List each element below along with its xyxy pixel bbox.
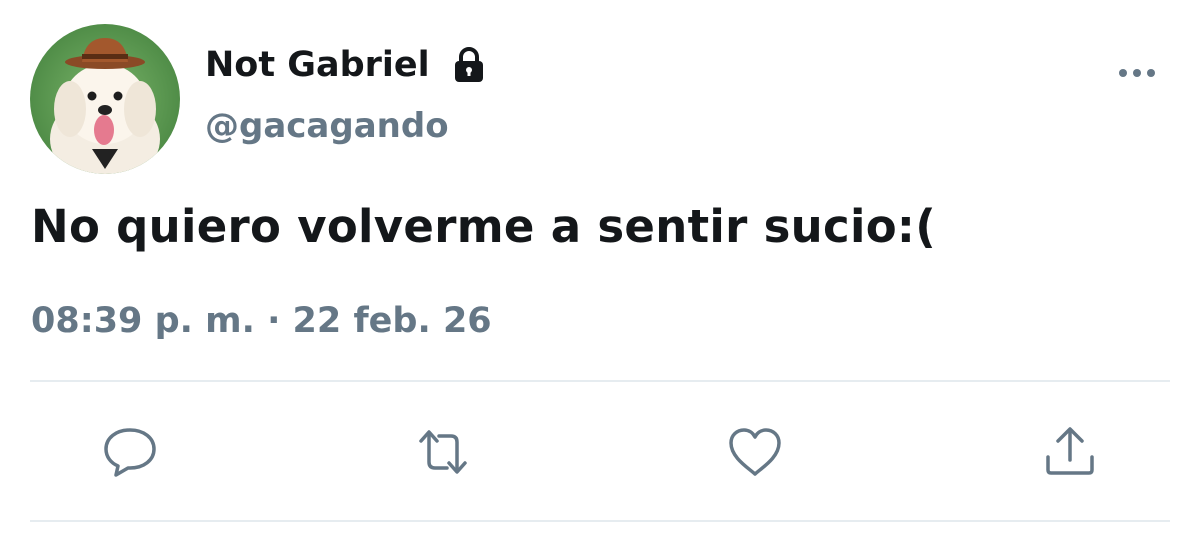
heart-icon — [729, 428, 781, 476]
reply-bubble-icon — [104, 428, 156, 477]
handle[interactable]: @gacagando — [205, 106, 449, 146]
retweet-button[interactable] — [413, 424, 473, 480]
divider-bottom — [30, 520, 1170, 522]
tweet-timestamp[interactable]: 08:39 p. m. · 22 feb. 26 — [31, 301, 492, 341]
like-button[interactable] — [725, 424, 785, 480]
lock-icon — [450, 46, 488, 84]
more-dots-icon — [1119, 69, 1155, 77]
avatar-image — [30, 24, 180, 174]
divider-top — [30, 380, 1170, 382]
retweet-arrows-icon — [419, 430, 467, 474]
share-upload-icon — [1046, 427, 1094, 475]
display-name[interactable]: Not Gabriel — [205, 45, 430, 85]
avatar[interactable] — [30, 24, 180, 174]
author-row: Not Gabriel — [205, 40, 488, 90]
tweet-card: Not Gabriel @gacagando No quiero volverm… — [0, 0, 1200, 539]
more-options-button[interactable] — [1112, 58, 1162, 88]
tweet-text: No quiero volverme a sentir sucio:( — [31, 200, 937, 253]
share-button[interactable] — [1040, 424, 1100, 480]
reply-button[interactable] — [100, 424, 160, 480]
